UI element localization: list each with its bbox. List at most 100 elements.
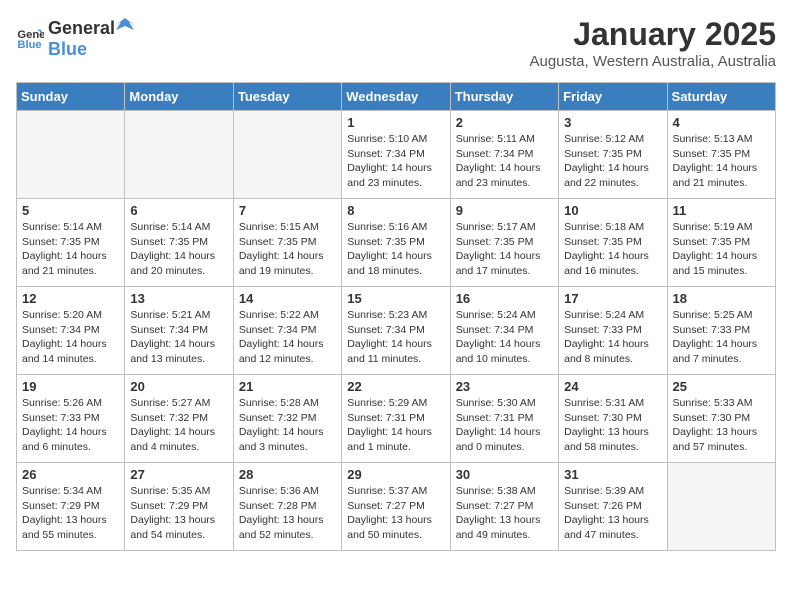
- day-number: 2: [456, 115, 553, 130]
- day-info: Sunrise: 5:16 AM Sunset: 7:35 PM Dayligh…: [347, 220, 444, 279]
- calendar-cell: 7Sunrise: 5:15 AM Sunset: 7:35 PM Daylig…: [233, 199, 341, 287]
- day-number: 19: [22, 379, 119, 394]
- calendar-cell: 22 Sunrise: 5:29 AM Sunset: 7:31 PM Dayli…: [342, 375, 450, 463]
- day-number: 8: [347, 203, 444, 218]
- day-number: 12: [22, 291, 119, 306]
- logo: General Blue General Blue: [16, 16, 135, 60]
- calendar-cell: 9 Sunrise: 5:17 AM Sunset: 7:35 PM Daylig…: [450, 199, 558, 287]
- calendar-cell: 18 Sunrise: 5:25 AM Sunset: 7:33 PM Dayli…: [667, 287, 775, 375]
- day-info: Sunrise: 5:33 AM Sunset: 7:30 PM Dayligh…: [673, 396, 770, 455]
- calendar-cell: 5Sunrise: 5:14 AM Sunset: 7:35 PM Daylig…: [17, 199, 125, 287]
- calendar-cell: 31Sunrise: 5:39 AM Sunset: 7:26 PM Dayli…: [559, 463, 667, 551]
- day-number: 11: [673, 203, 770, 218]
- svg-text:Blue: Blue: [17, 39, 41, 51]
- day-number: 21: [239, 379, 336, 394]
- day-info: Sunrise: 5:25 AM Sunset: 7:33 PM Dayligh…: [673, 308, 770, 367]
- day-number: 29: [347, 467, 444, 482]
- logo-icon: General Blue: [16, 24, 44, 52]
- day-info: Sunrise: 5:18 AM Sunset: 7:35 PM Dayligh…: [564, 220, 661, 279]
- day-info: Sunrise: 5:20 AM Sunset: 7:34 PM Dayligh…: [22, 308, 119, 367]
- day-info: Sunrise: 5:21 AM Sunset: 7:34 PM Dayligh…: [130, 308, 227, 367]
- day-number: 6: [130, 203, 227, 218]
- header-sunday: Sunday: [17, 83, 125, 111]
- day-number: 9: [456, 203, 553, 218]
- calendar-cell: 1Sunrise: 5:10 AM Sunset: 7:34 PM Daylig…: [342, 111, 450, 199]
- day-number: 27: [130, 467, 227, 482]
- header-wednesday: Wednesday: [342, 83, 450, 111]
- day-info: Sunrise: 5:27 AM Sunset: 7:32 PM Dayligh…: [130, 396, 227, 455]
- calendar-cell: 3 Sunrise: 5:12 AM Sunset: 7:35 PM Daylig…: [559, 111, 667, 199]
- day-number: 13: [130, 291, 227, 306]
- day-info: Sunrise: 5:35 AM Sunset: 7:29 PM Dayligh…: [130, 484, 227, 543]
- day-info: Sunrise: 5:19 AM Sunset: 7:35 PM Dayligh…: [673, 220, 770, 279]
- day-number: 22: [347, 379, 444, 394]
- calendar-cell: 8 Sunrise: 5:16 AM Sunset: 7:35 PM Daylig…: [342, 199, 450, 287]
- day-number: 10: [564, 203, 661, 218]
- calendar-cell: [125, 111, 233, 199]
- day-number: 28: [239, 467, 336, 482]
- day-info: Sunrise: 5:11 AM Sunset: 7:34 PM Dayligh…: [456, 132, 553, 191]
- day-info: Sunrise: 5:12 AM Sunset: 7:35 PM Dayligh…: [564, 132, 661, 191]
- day-info: Sunrise: 5:14 AM Sunset: 7:35 PM Dayligh…: [130, 220, 227, 279]
- day-number: 3: [564, 115, 661, 130]
- calendar-cell: 13 Sunrise: 5:21 AM Sunset: 7:34 PM Dayli…: [125, 287, 233, 375]
- day-info: Sunrise: 5:17 AM Sunset: 7:35 PM Dayligh…: [456, 220, 553, 279]
- logo-text-general: General: [48, 18, 115, 39]
- day-number: 23: [456, 379, 553, 394]
- calendar-cell: 6 Sunrise: 5:14 AM Sunset: 7:35 PM Daylig…: [125, 199, 233, 287]
- calendar-cell: [667, 463, 775, 551]
- day-number: 25: [673, 379, 770, 394]
- day-number: 24: [564, 379, 661, 394]
- calendar-week-row: 19Sunrise: 5:26 AM Sunset: 7:33 PM Dayli…: [17, 375, 776, 463]
- header-thursday: Thursday: [450, 83, 558, 111]
- day-info: Sunrise: 5:14 AM Sunset: 7:35 PM Dayligh…: [22, 220, 119, 279]
- logo-bird-icon: [116, 16, 134, 34]
- calendar-cell: 12 Sunrise: 5:20 AM Sunset: 7:34 PM Dayli…: [17, 287, 125, 375]
- month-title: January 2025: [529, 16, 776, 53]
- calendar-cell: [17, 111, 125, 199]
- calendar-cell: 15Sunrise: 5:23 AM Sunset: 7:34 PM Dayli…: [342, 287, 450, 375]
- day-info: Sunrise: 5:39 AM Sunset: 7:26 PM Dayligh…: [564, 484, 661, 543]
- day-number: 20: [130, 379, 227, 394]
- day-info: Sunrise: 5:30 AM Sunset: 7:31 PM Dayligh…: [456, 396, 553, 455]
- calendar-table: SundayMondayTuesdayWednesdayThursdayFrid…: [16, 82, 776, 551]
- day-info: Sunrise: 5:22 AM Sunset: 7:34 PM Dayligh…: [239, 308, 336, 367]
- day-number: 18: [673, 291, 770, 306]
- calendar-cell: 26 Sunrise: 5:34 AM Sunset: 7:29 PM Dayli…: [17, 463, 125, 551]
- day-number: 14: [239, 291, 336, 306]
- day-info: Sunrise: 5:37 AM Sunset: 7:27 PM Dayligh…: [347, 484, 444, 543]
- calendar-cell: 30Sunrise: 5:38 AM Sunset: 7:27 PM Dayli…: [450, 463, 558, 551]
- calendar-cell: 21 Sunrise: 5:28 AM Sunset: 7:32 PM Dayli…: [233, 375, 341, 463]
- day-number: 16: [456, 291, 553, 306]
- day-info: Sunrise: 5:28 AM Sunset: 7:32 PM Dayligh…: [239, 396, 336, 455]
- day-number: 26: [22, 467, 119, 482]
- calendar-cell: 17Sunrise: 5:24 AM Sunset: 7:33 PM Dayli…: [559, 287, 667, 375]
- day-info: Sunrise: 5:31 AM Sunset: 7:30 PM Dayligh…: [564, 396, 661, 455]
- day-info: Sunrise: 5:34 AM Sunset: 7:29 PM Dayligh…: [22, 484, 119, 543]
- calendar-cell: 24 Sunrise: 5:31 AM Sunset: 7:30 PM Dayli…: [559, 375, 667, 463]
- logo-text-blue: Blue: [48, 39, 87, 59]
- calendar-cell: 2 Sunrise: 5:11 AM Sunset: 7:34 PM Daylig…: [450, 111, 558, 199]
- calendar-header-row: SundayMondayTuesdayWednesdayThursdayFrid…: [17, 83, 776, 111]
- calendar-cell: 4 Sunrise: 5:13 AM Sunset: 7:35 PM Daylig…: [667, 111, 775, 199]
- day-info: Sunrise: 5:36 AM Sunset: 7:28 PM Dayligh…: [239, 484, 336, 543]
- calendar-cell: 14 Sunrise: 5:22 AM Sunset: 7:34 PM Dayli…: [233, 287, 341, 375]
- calendar-week-row: 1Sunrise: 5:10 AM Sunset: 7:34 PM Daylig…: [17, 111, 776, 199]
- location: Augusta, Western Australia, Australia: [529, 53, 776, 70]
- title-block: January 2025 Augusta, Western Australia,…: [529, 16, 776, 70]
- day-number: 4: [673, 115, 770, 130]
- calendar-cell: 27 Sunrise: 5:35 AM Sunset: 7:29 PM Dayli…: [125, 463, 233, 551]
- day-number: 7: [239, 203, 336, 218]
- calendar-cell: 10 Sunrise: 5:18 AM Sunset: 7:35 PM Dayli…: [559, 199, 667, 287]
- day-info: Sunrise: 5:24 AM Sunset: 7:34 PM Dayligh…: [456, 308, 553, 367]
- day-info: Sunrise: 5:29 AM Sunset: 7:31 PM Dayligh…: [347, 396, 444, 455]
- day-info: Sunrise: 5:23 AM Sunset: 7:34 PM Dayligh…: [347, 308, 444, 367]
- calendar-cell: 11 Sunrise: 5:19 AM Sunset: 7:35 PM Dayli…: [667, 199, 775, 287]
- calendar-cell: [233, 111, 341, 199]
- day-number: 17: [564, 291, 661, 306]
- header-tuesday: Tuesday: [233, 83, 341, 111]
- calendar-week-row: 5Sunrise: 5:14 AM Sunset: 7:35 PM Daylig…: [17, 199, 776, 287]
- calendar-cell: 20 Sunrise: 5:27 AM Sunset: 7:32 PM Dayli…: [125, 375, 233, 463]
- day-info: Sunrise: 5:10 AM Sunset: 7:34 PM Dayligh…: [347, 132, 444, 191]
- day-info: Sunrise: 5:13 AM Sunset: 7:35 PM Dayligh…: [673, 132, 770, 191]
